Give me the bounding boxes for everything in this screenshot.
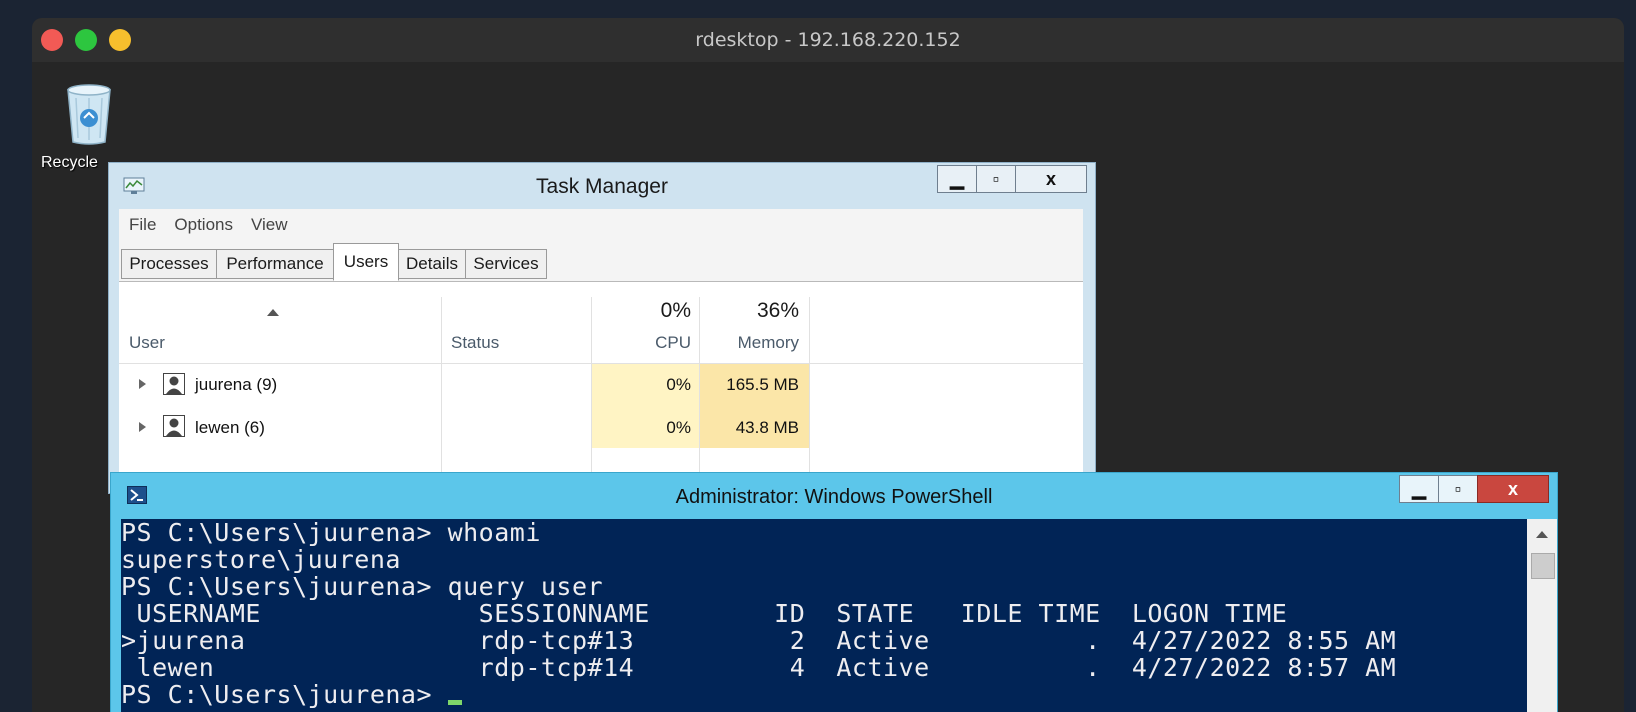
user-cpu: 0%	[666, 418, 691, 437]
menu-view[interactable]: View	[251, 215, 288, 235]
recycle-bin-icon[interactable]	[62, 80, 116, 146]
tab-details[interactable]: Details	[398, 249, 466, 279]
close-button[interactable]: x	[1477, 475, 1549, 503]
powershell-title: Administrator: Windows PowerShell	[675, 486, 993, 508]
tab-services[interactable]: Services	[465, 249, 547, 279]
minimize-button[interactable]: ▁	[937, 165, 977, 193]
user-name: juurena (9)	[195, 375, 278, 394]
menu-options[interactable]: Options	[174, 215, 233, 235]
powershell-console[interactable]: PS C:\Users\juurena> whoami superstore\j…	[121, 519, 1527, 712]
recycle-bin-label: Recycle	[41, 154, 98, 171]
column-header-memory[interactable]: Memory	[699, 333, 799, 353]
column-header-user[interactable]: User	[129, 333, 165, 353]
column-divider	[441, 297, 442, 493]
cpu-total-percent: 0%	[660, 299, 691, 322]
console-line: superstore\juurena	[121, 545, 401, 574]
user-icon	[163, 373, 185, 395]
expand-arrow-icon[interactable]	[139, 422, 146, 432]
scroll-thumb[interactable]	[1531, 553, 1555, 579]
user-name: lewen (6)	[195, 418, 265, 437]
vertical-scrollbar[interactable]	[1527, 519, 1557, 712]
minimize-button[interactable]: ▁	[1399, 475, 1439, 503]
console-line: lewen rdp-tcp#14 4 Active . 4/27/2022 8:…	[121, 653, 1397, 682]
tab-users[interactable]: Users	[333, 243, 399, 281]
column-divider	[809, 297, 810, 493]
close-button[interactable]: x	[1015, 165, 1087, 193]
user-memory: 43.8 MB	[735, 418, 799, 437]
tab-bar: Processes Performance Users Details Serv…	[119, 241, 1083, 282]
rdesktop-window: rdesktop - 192.168.220.152 Recycle Task …	[32, 18, 1624, 712]
task-manager-window: Task Manager ▁ ▫ x File Options View Pro…	[108, 162, 1096, 494]
column-header-status[interactable]: Status	[451, 333, 499, 353]
sort-ascending-icon	[267, 309, 279, 316]
powershell-window: Administrator: Windows PowerShell ▁ ▫ x …	[110, 472, 1558, 712]
menu-bar: File Options View	[119, 209, 1083, 241]
memory-total-percent: 36%	[756, 299, 799, 322]
console-line: PS C:\Users\juurena> query user	[121, 572, 604, 601]
user-icon	[163, 415, 185, 437]
menu-file[interactable]: File	[129, 215, 156, 235]
console-line: PS C:\Users\juurena> whoami	[121, 519, 541, 547]
tab-performance[interactable]: Performance	[216, 249, 334, 279]
column-header-cpu[interactable]: CPU	[591, 333, 691, 353]
user-memory: 165.5 MB	[726, 375, 799, 394]
powershell-window-controls: ▁ ▫ x	[1399, 475, 1549, 503]
remote-desktop: Recycle Task Manager ▁ ▫ x File Options …	[32, 62, 1624, 712]
task-manager-window-controls: ▁ ▫ x	[937, 165, 1087, 193]
console-prompt: PS C:\Users\juurena>	[121, 680, 448, 709]
expand-arrow-icon[interactable]	[139, 379, 146, 389]
text-cursor	[447, 700, 462, 705]
maximize-button[interactable]: ▫	[976, 165, 1016, 193]
task-manager-body: File Options View Processes Performance …	[119, 209, 1083, 493]
console-line: >juurena rdp-tcp#13 2 Active . 4/27/2022…	[121, 626, 1397, 655]
console-line: USERNAME SESSIONNAME ID STATE IDLE TIME …	[121, 599, 1288, 628]
console-prompt-line[interactable]: PS C:\Users\juurena>	[121, 681, 1527, 708]
user-cpu: 0%	[666, 375, 691, 394]
window-title: rdesktop - 192.168.220.152	[695, 29, 961, 51]
tab-processes[interactable]: Processes	[121, 249, 217, 279]
mac-titlebar: rdesktop - 192.168.220.152	[32, 18, 1624, 62]
scroll-up-icon[interactable]	[1536, 531, 1548, 538]
maximize-button[interactable]: ▫	[1438, 475, 1478, 503]
